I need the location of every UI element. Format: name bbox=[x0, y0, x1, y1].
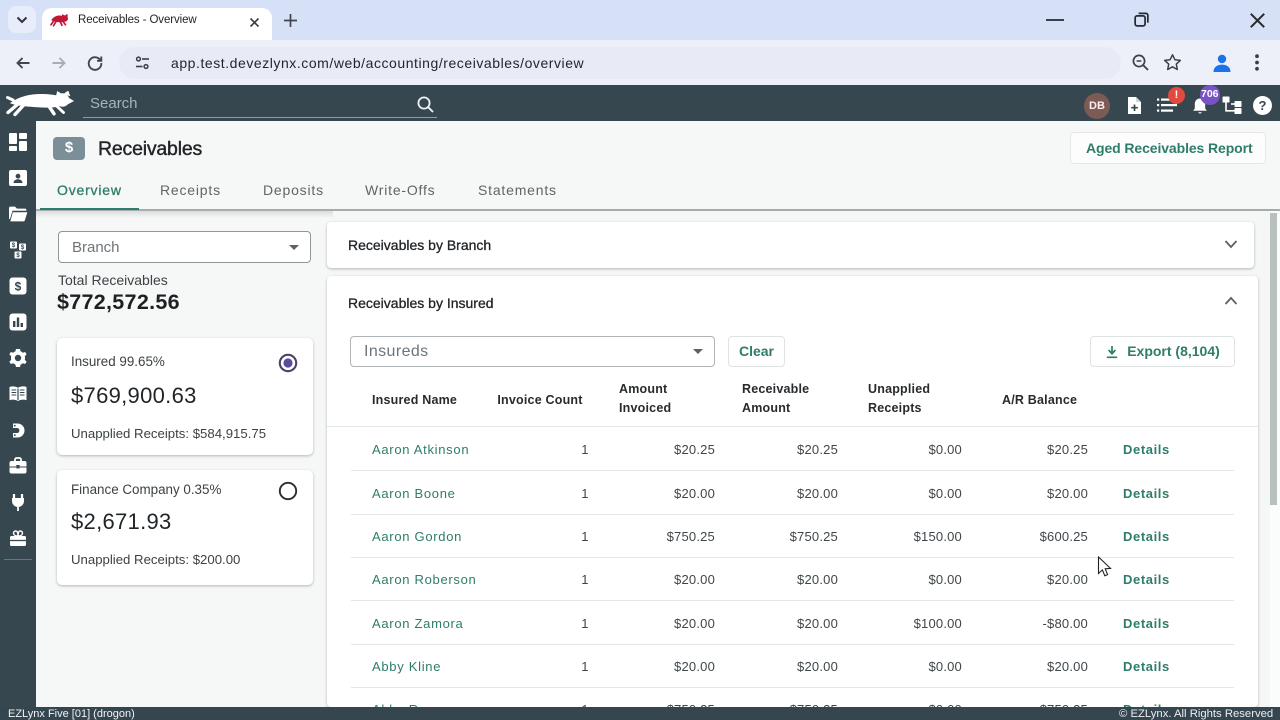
svg-text:$: $ bbox=[15, 280, 22, 294]
